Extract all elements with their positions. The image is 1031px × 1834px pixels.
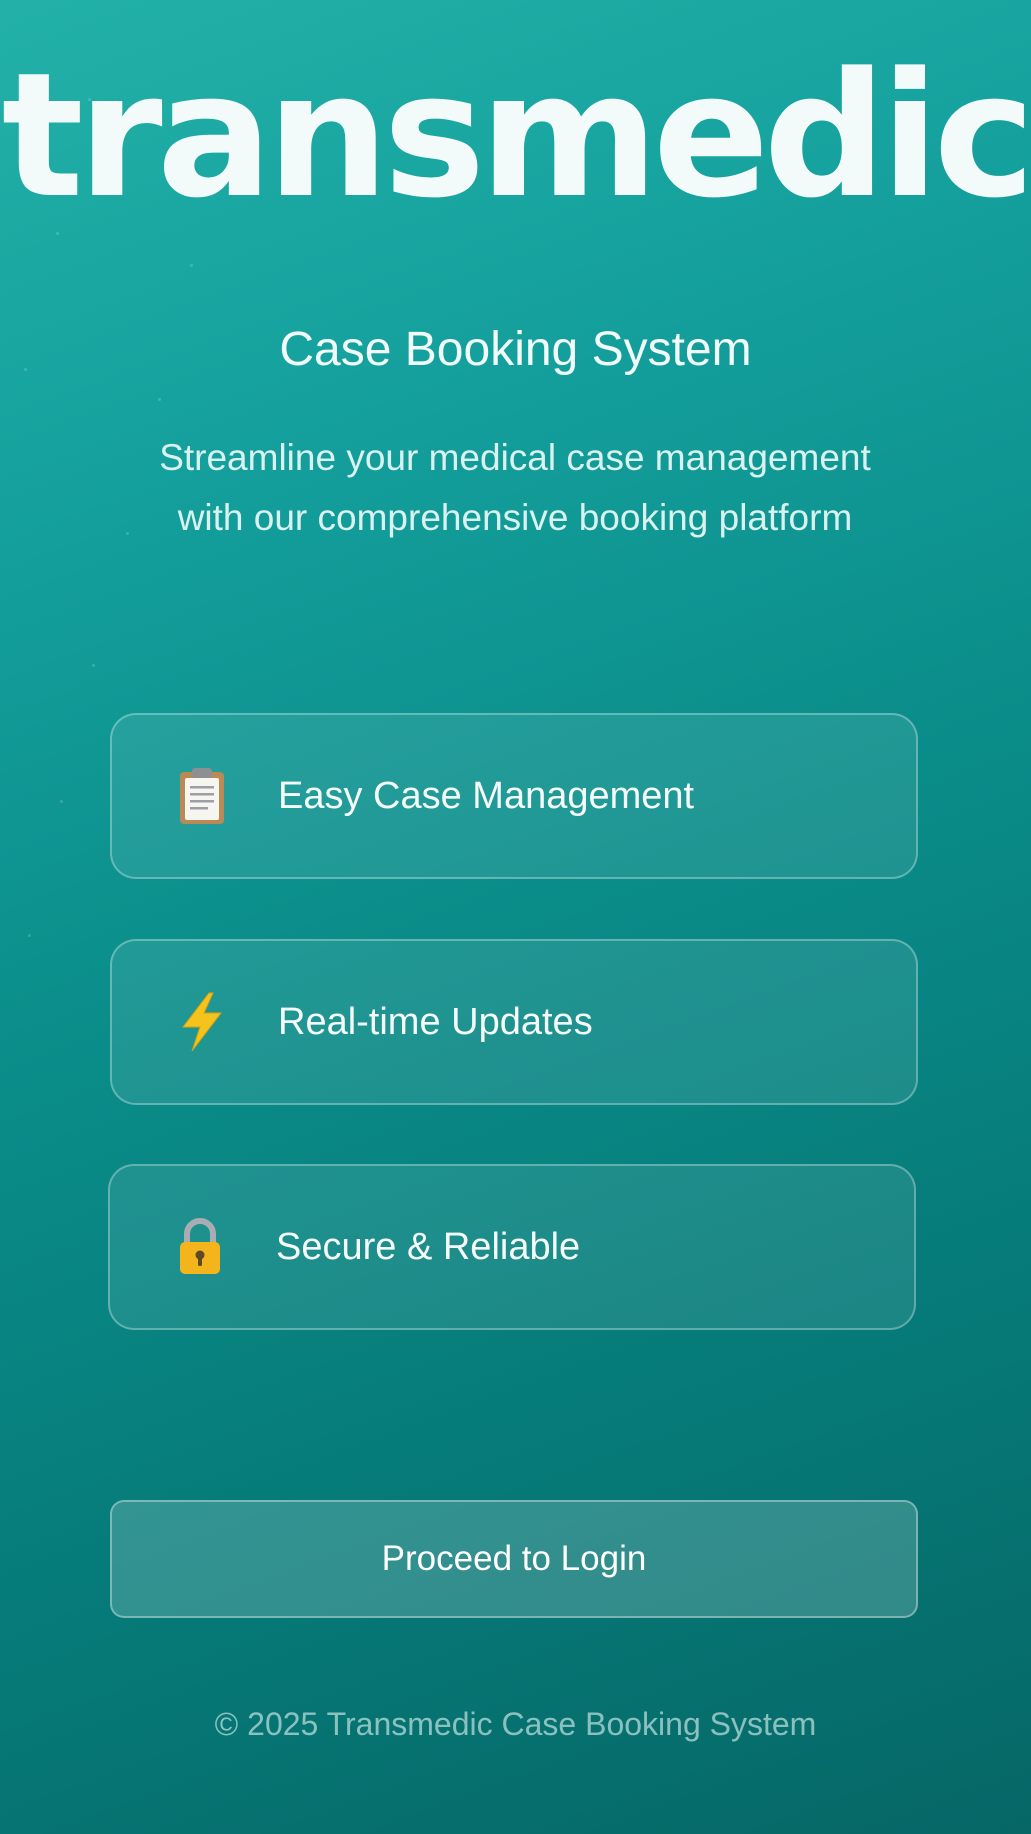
feature-card-case-management: Easy Case Management (110, 713, 918, 879)
decor-dot (28, 934, 31, 937)
decor-dot (60, 800, 63, 803)
lock-icon (168, 1216, 232, 1278)
decor-dot (158, 398, 161, 401)
brand-logo: transmedic (1, 35, 1031, 236)
clipboard-icon (170, 766, 234, 826)
decor-dot (92, 664, 95, 667)
feature-card-realtime-updates: Real-time Updates (110, 939, 918, 1105)
proceed-to-login-button[interactable]: Proceed to Login (110, 1500, 918, 1618)
feature-card-secure-reliable: Secure & Reliable (108, 1164, 916, 1330)
lightning-icon (170, 991, 234, 1053)
feature-label: Easy Case Management (278, 774, 695, 817)
feature-label: Secure & Reliable (276, 1225, 581, 1268)
tagline-line-1: Streamline your medical case management (159, 437, 871, 478)
decor-dot (190, 264, 193, 267)
feature-label: Real-time Updates (278, 1000, 593, 1043)
tagline-line-2: with our comprehensive booking platform (177, 497, 853, 538)
tagline: Streamline your medical case management … (115, 428, 915, 548)
footer-copyright: © 2025 Transmedic Case Booking System (214, 1706, 817, 1742)
page-subtitle: Case Booking System (279, 323, 752, 376)
